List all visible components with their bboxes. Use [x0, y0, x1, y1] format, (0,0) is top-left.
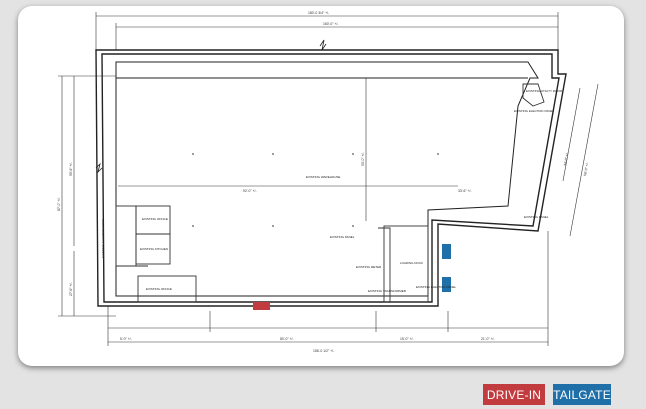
label-office-1: EXISTING OFFICE: [142, 217, 168, 221]
dim-mid-right: 33'-6" +/-: [458, 189, 472, 193]
label-loading: LOADING DOCK: [400, 261, 423, 265]
note-meter: EXISTING METER: [356, 265, 382, 269]
floor-plan-drawing: 180'-0 3/4" +/- 160'-0" +/- 92'-0" +/- 3…: [57, 11, 599, 353]
dim-right-diag: 58'-0" +/-: [583, 162, 589, 176]
dim-top-overall: 180'-0 3/4" +/-: [308, 11, 329, 15]
dim-mid-left: 92'-0" +/-: [243, 189, 257, 193]
tailgate-door-marker-1: [442, 244, 451, 259]
dim-bottom-2: 80'-0" +/-: [280, 337, 294, 341]
tailgate-legend-button[interactable]: TAILGATE: [553, 384, 611, 405]
dim-left-lower: 27'-6" +/-: [69, 282, 73, 296]
dim-right-upper: 34'-0" +/-: [563, 152, 569, 166]
drive-in-label: DRIVE-IN: [486, 387, 542, 402]
dim-bottom-overall: 156'-0 1/2" +/-: [313, 349, 334, 353]
label-kitchen: EXISTING KITCHEN: [140, 247, 168, 251]
tailgate-label: TAILGATE: [553, 387, 611, 402]
dim-bottom-3: 15'-0" +/-: [400, 337, 414, 341]
label-office-2: EXISTING OFFICE: [146, 287, 172, 291]
dim-inner-vertical: 53'-0" +/-: [361, 152, 365, 166]
dim-top-inner: 160'-0" +/-: [323, 22, 339, 26]
drive-in-legend-button[interactable]: DRIVE-IN: [483, 384, 545, 405]
dim-bottom-4: 21'-0" +/-: [481, 337, 495, 341]
note-elec-panel-mid: EXISTING PANEL: [330, 235, 355, 239]
dim-left-overall: 87'-0" +/-: [57, 197, 61, 211]
note-elec-panel-left: EXISTING ELECTRIC PANEL: [101, 218, 105, 258]
label-warehouse: EXISTING WAREHOUSE: [306, 175, 340, 179]
note-elec-panel-side: EXISTING PANEL: [524, 215, 549, 219]
note-transformer: EXISTING TRANSFORMER: [368, 289, 407, 293]
note-elec-panel-dock: EXISTING ELECTRIC PANEL: [416, 285, 456, 289]
floor-plan-card: 180'-0 3/4" +/- 160'-0" +/- 92'-0" +/- 3…: [18, 6, 624, 366]
room-electric: [115, 205, 137, 267]
drive-in-door-marker: [253, 302, 270, 310]
dim-left-upper: 59'-6" +/-: [69, 162, 73, 176]
note-elec-panel-top: EXISTING ELECTRIC PANEL: [514, 109, 554, 113]
label-utility: EXISTING UTILITY ROOM: [526, 89, 563, 93]
dim-bottom-1: 5'-0" +/-: [120, 337, 132, 341]
